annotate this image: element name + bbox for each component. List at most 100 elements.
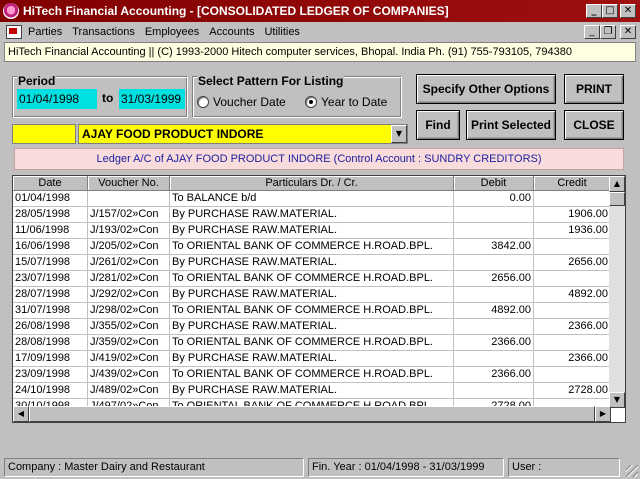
cell-particulars: By PURCHASE RAW.MATERIAL. <box>170 351 454 367</box>
table-row[interactable]: 17/09/1998 J/419/02»Con By PURCHASE RAW.MA… <box>13 351 611 367</box>
period-to-field[interactable]: 31/03/1999 <box>119 89 185 109</box>
menu-bar: Parties Transactions Employees Accounts … <box>0 22 640 42</box>
vertical-scroll-thumb[interactable] <box>609 192 625 206</box>
cell-date: 01/04/1998 <box>13 191 88 207</box>
scroll-up-icon[interactable]: ▲ <box>609 176 625 192</box>
col-header-credit[interactable]: Credit <box>534 176 611 191</box>
scroll-left-icon[interactable]: ◀ <box>13 406 29 422</box>
cell-credit: 2366.00 <box>534 351 611 367</box>
minimize-icon[interactable]: _ <box>586 4 602 18</box>
table-row[interactable]: 31/07/1998 J/298/02»Con To ORIENTAL BANK O… <box>13 303 611 319</box>
menu-transactions[interactable]: Transactions <box>72 26 135 38</box>
cell-voucher: J/261/02»Con <box>88 255 170 271</box>
cell-credit: 4892.00 <box>534 287 611 303</box>
cell-voucher: J/419/02»Con <box>88 351 170 367</box>
specify-options-button[interactable]: Specify Other Options <box>416 74 556 104</box>
table-row[interactable]: 24/10/1998 J/489/02»Con By PURCHASE RAW.MA… <box>13 383 611 399</box>
cell-date: 11/06/1998 <box>13 223 88 239</box>
mdi-close-icon[interactable]: ✕ <box>620 25 636 39</box>
radio-voucher-date-label: Voucher Date <box>213 95 286 109</box>
radio-on-icon[interactable] <box>305 96 317 108</box>
period-from-field[interactable]: 01/04/1998 <box>17 89 97 109</box>
menu-accounts[interactable]: Accounts <box>209 26 254 38</box>
table-row[interactable]: 26/08/1998 J/355/02»Con By PURCHASE RAW.MA… <box>13 319 611 335</box>
cell-date: 23/07/1998 <box>13 271 88 287</box>
cell-credit <box>534 303 611 319</box>
print-selected-button[interactable]: Print Selected <box>466 110 556 140</box>
window-title: HiTech Financial Accounting - [CONSOLIDA… <box>23 4 449 18</box>
horizontal-scrollbar[interactable]: ◀ ▶ <box>13 406 611 422</box>
cell-voucher: J/359/02»Con <box>88 335 170 351</box>
title-bar[interactable]: HiTech Financial Accounting - [CONSOLIDA… <box>0 0 640 22</box>
cell-date: 26/08/1998 <box>13 319 88 335</box>
cell-debit: 2366.00 <box>454 335 534 351</box>
flower-logo-icon[interactable] <box>3 3 19 19</box>
cell-credit <box>534 335 611 351</box>
find-button[interactable]: Find <box>416 110 460 140</box>
col-header-date[interactable]: Date <box>13 176 88 191</box>
horizontal-scroll-thumb[interactable] <box>29 406 595 422</box>
cell-date: 31/07/1998 <box>13 303 88 319</box>
mdi-minimize-icon[interactable]: _ <box>584 25 600 39</box>
menu-employees[interactable]: Employees <box>145 26 199 38</box>
pattern-label: Select Pattern For Listing <box>197 74 345 88</box>
cell-voucher: J/439/02»Con <box>88 367 170 383</box>
vertical-scrollbar[interactable]: ▲ ▼ <box>609 176 625 408</box>
status-bar: Company : Master Dairy and Restaurant Fi… <box>0 456 640 479</box>
party-code-field[interactable] <box>12 124 76 144</box>
radio-year-to-date[interactable]: Year to Date <box>305 95 387 109</box>
period-group: Period 01/04/1998 to 31/03/1999 <box>12 74 188 118</box>
cell-credit: 2656.00 <box>534 255 611 271</box>
menu-utilities[interactable]: Utilities <box>264 26 299 38</box>
ledger-grid[interactable]: Date Voucher No. Particulars Dr. / Cr. D… <box>12 175 626 423</box>
document-icon[interactable] <box>6 25 22 39</box>
table-row[interactable]: 01/04/1998 To BALANCE b/d 0.00 <box>13 191 611 207</box>
resize-grip-icon[interactable] <box>626 465 638 477</box>
cell-credit <box>534 191 611 207</box>
col-header-voucher[interactable]: Voucher No. <box>88 176 170 191</box>
table-row[interactable]: 23/07/1998 J/281/02»Con To ORIENTAL BANK O… <box>13 271 611 287</box>
status-user: User : <box>508 458 620 477</box>
cell-voucher <box>88 191 170 207</box>
scroll-right-icon[interactable]: ▶ <box>595 406 611 422</box>
cell-voucher: J/157/02»Con <box>88 207 170 223</box>
cell-debit: 4892.00 <box>454 303 534 319</box>
cell-credit: 1936.00 <box>534 223 611 239</box>
cell-credit: 2366.00 <box>534 319 611 335</box>
maximize-icon[interactable]: □ <box>602 4 618 18</box>
table-row[interactable]: 28/05/1998 J/157/02»Con By PURCHASE RAW.MA… <box>13 207 611 223</box>
menu-parties[interactable]: Parties <box>28 26 62 38</box>
col-header-debit[interactable]: Debit <box>454 176 534 191</box>
table-row[interactable]: 23/09/1998 J/439/02»Con To ORIENTAL BANK O… <box>13 367 611 383</box>
scroll-down-icon[interactable]: ▼ <box>609 392 625 408</box>
cell-particulars: To ORIENTAL BANK OF COMMERCE H.ROAD.BPL. <box>170 271 454 287</box>
cell-particulars: By PURCHASE RAW.MATERIAL. <box>170 207 454 223</box>
cell-voucher: J/292/02»Con <box>88 287 170 303</box>
cell-debit <box>454 351 534 367</box>
cell-credit: 1906.00 <box>534 207 611 223</box>
cell-debit <box>454 287 534 303</box>
cell-particulars: To ORIENTAL BANK OF COMMERCE H.ROAD.BPL. <box>170 239 454 255</box>
table-row[interactable]: 28/07/1998 J/292/02»Con By PURCHASE RAW.MA… <box>13 287 611 303</box>
table-row[interactable]: 28/08/1998 J/359/02»Con To ORIENTAL BANK O… <box>13 335 611 351</box>
party-combo[interactable]: AJAY FOOD PRODUCT INDORE ▼ <box>78 124 408 144</box>
close-icon[interactable]: ✕ <box>620 4 636 18</box>
cell-voucher: J/281/02»Con <box>88 271 170 287</box>
cell-debit: 0.00 <box>454 191 534 207</box>
cell-particulars: By PURCHASE RAW.MATERIAL. <box>170 255 454 271</box>
radio-voucher-date[interactable]: Voucher Date <box>197 95 286 109</box>
cell-particulars: To ORIENTAL BANK OF COMMERCE H.ROAD.BPL. <box>170 303 454 319</box>
mdi-restore-icon[interactable]: ❐ <box>600 25 616 39</box>
table-row[interactable]: 16/06/1998 J/205/02»Con To ORIENTAL BANK O… <box>13 239 611 255</box>
status-fin-year: Fin. Year : 01/04/1998 - 31/03/1999 <box>308 458 504 477</box>
print-button[interactable]: PRINT <box>564 74 624 104</box>
cell-voucher: J/205/02»Con <box>88 239 170 255</box>
col-header-particulars[interactable]: Particulars Dr. / Cr. <box>170 176 454 191</box>
table-row[interactable]: 11/06/1998 J/193/02»Con By PURCHASE RAW.MA… <box>13 223 611 239</box>
radio-off-icon[interactable] <box>197 96 209 108</box>
close-button[interactable]: CLOSE <box>564 110 624 140</box>
cell-credit: 2728.00 <box>534 383 611 399</box>
table-row[interactable]: 15/07/1998 J/261/02»Con By PURCHASE RAW.MA… <box>13 255 611 271</box>
cell-voucher: J/298/02»Con <box>88 303 170 319</box>
chevron-down-icon[interactable]: ▼ <box>391 125 407 143</box>
